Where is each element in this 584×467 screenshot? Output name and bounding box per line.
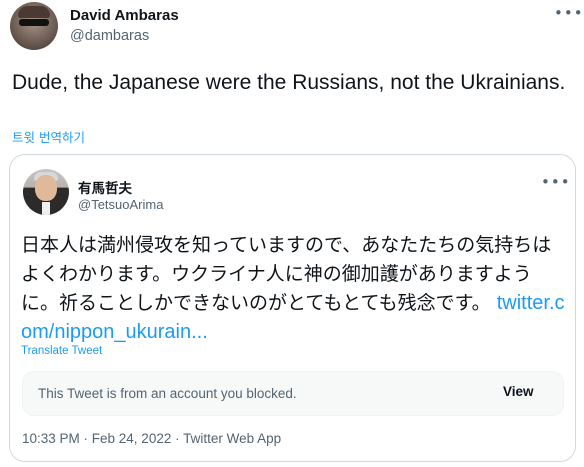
quote-author-handle[interactable]: @TetsuoArima (78, 197, 163, 212)
more-horizontal-icon[interactable]: ••• (541, 173, 571, 191)
translate-tweet-link[interactable]: 트윗 번역하기 (12, 127, 85, 146)
quote-text: 日本人は満州侵攻を知っていますので、あなたたちの気持ちはよくわかります。ウクライ… (21, 231, 566, 347)
avatar-shirt (42, 202, 50, 215)
view-button[interactable]: View (503, 384, 534, 399)
quote-author-name[interactable]: 有馬哲夫 (78, 177, 132, 197)
tweet-text: Dude, the Japanese were the Russians, no… (12, 71, 566, 94)
quote-author-avatar[interactable] (23, 169, 69, 215)
avatar-sunglasses (19, 19, 49, 26)
blocked-notice: This Tweet is from an account you blocke… (22, 371, 564, 416)
avatar-face (35, 175, 57, 201)
author-handle[interactable]: @dambaras (70, 28, 149, 44)
author-avatar[interactable] (10, 2, 58, 50)
more-horizontal-icon[interactable]: ••• (554, 4, 584, 22)
timestamp[interactable]: 10:33 PM · Feb 24, 2022 · Twitter Web Ap… (22, 431, 281, 446)
quote-body: 日本人は満州侵攻を知っていますので、あなたたちの気持ちはよくわかります。ウクライ… (21, 234, 552, 314)
blocked-message: This Tweet is from an account you blocke… (38, 386, 297, 401)
quoted-tweet-card[interactable]: 有馬哲夫 @TetsuoArima ••• 日本人は満州侵攻を知っていますので、… (9, 154, 576, 462)
author-name[interactable]: David Ambaras (70, 7, 179, 24)
avatar-hair (18, 6, 50, 18)
translate-quote-link[interactable]: Translate Tweet (21, 345, 102, 357)
